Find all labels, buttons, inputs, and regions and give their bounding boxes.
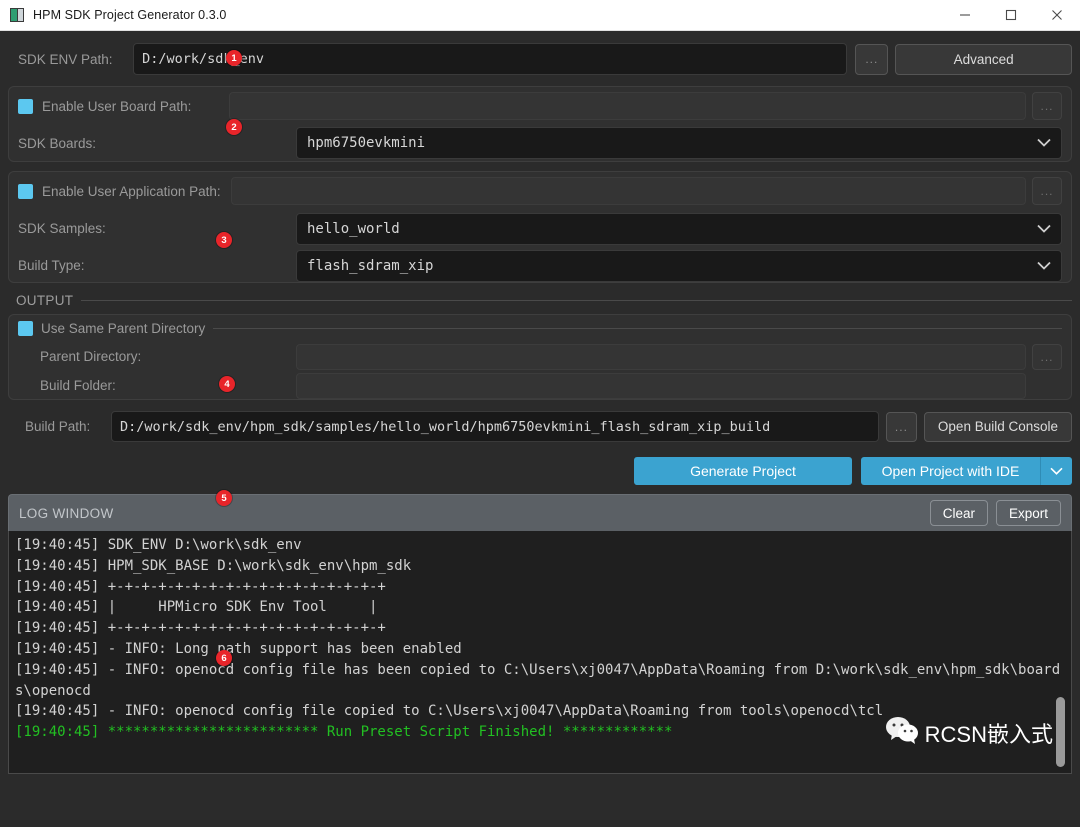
enable-user-application-label: Enable User Application Path: (42, 184, 221, 199)
log-line: [19:40:45] - INFO: Long path support has… (15, 639, 1065, 660)
step-badge-2: 2 (226, 119, 242, 135)
build-folder-input[interactable] (296, 373, 1026, 399)
chevron-down-icon (1037, 258, 1051, 274)
use-same-parent-row: Use Same Parent Directory (18, 315, 1062, 342)
sdk-samples-label: SDK Samples: (18, 221, 296, 236)
output-section-divider (81, 300, 1072, 301)
sdk-samples-value: hello_world (307, 221, 400, 237)
generate-project-button[interactable]: Generate Project (634, 457, 852, 485)
user-board-path-input[interactable] (229, 92, 1026, 120)
log-line: [19:40:45] ************************* Run… (15, 722, 1065, 743)
enable-user-board-checkbox[interactable] (18, 99, 33, 114)
use-same-parent-divider (213, 328, 1062, 329)
enable-user-board-label: Enable User Board Path: (42, 99, 191, 114)
board-group: Enable User Board Path: ... SDK Boards: … (8, 86, 1072, 162)
app-icon (10, 8, 24, 22)
log-line: [19:40:45] - INFO: openocd config file h… (15, 660, 1065, 702)
application-group: Enable User Application Path: ... SDK Sa… (8, 171, 1072, 283)
use-same-parent-directory-label: Use Same Parent Directory (41, 321, 205, 336)
parent-directory-row: Parent Directory: ... (18, 342, 1062, 371)
log-line: [19:40:45] | HPMicro SDK Env Tool | (15, 597, 1065, 618)
open-build-console-button[interactable]: Open Build Console (924, 412, 1072, 442)
sdk-boards-value: hpm6750evkmini (307, 135, 425, 151)
minimize-button[interactable] (942, 0, 988, 31)
chevron-down-icon (1037, 135, 1051, 151)
step-badge-5: 5 (216, 490, 232, 506)
build-path-browse-button[interactable]: ... (886, 412, 917, 442)
sdk-boards-label: SDK Boards: (18, 136, 296, 151)
parent-directory-browse-button[interactable]: ... (1032, 344, 1062, 370)
log-window-header: LOG WINDOW Clear Export (8, 494, 1072, 531)
log-export-button[interactable]: Export (996, 500, 1061, 526)
build-type-select[interactable]: flash_sdram_xip (296, 250, 1062, 282)
build-type-row: Build Type: flash_sdram_xip (18, 247, 1062, 284)
sdk-samples-select[interactable]: hello_world (296, 213, 1062, 245)
maximize-button[interactable] (988, 0, 1034, 31)
log-line: [19:40:45] +-+-+-+-+-+-+-+-+-+-+-+-+-+-+… (15, 618, 1065, 639)
log-output-area[interactable]: [19:40:45] SDK_ENV D:\work\sdk_env[19:40… (8, 531, 1072, 774)
step-badge-3: 3 (216, 232, 232, 248)
parent-directory-label: Parent Directory: (18, 349, 296, 364)
advanced-button[interactable]: Advanced (895, 44, 1072, 75)
window-title: HPM SDK Project Generator 0.3.0 (33, 8, 226, 22)
user-board-path-browse-button[interactable]: ... (1032, 92, 1062, 120)
use-same-parent-directory-checkbox[interactable] (18, 321, 33, 336)
enable-user-board-row: Enable User Board Path: ... (18, 87, 1062, 125)
open-project-with-ide-button[interactable]: Open Project with IDE (861, 457, 1040, 485)
chevron-down-icon (1037, 221, 1051, 237)
log-line: [19:40:45] +-+-+-+-+-+-+-+-+-+-+-+-+-+-+… (15, 577, 1065, 598)
log-window: LOG WINDOW Clear Export [19:40:45] SDK_E… (8, 494, 1072, 774)
build-folder-label: Build Folder: (18, 378, 296, 393)
enable-user-application-row: Enable User Application Path: ... (18, 172, 1062, 210)
log-line: [19:40:45] - INFO: openocd config file c… (15, 701, 1065, 722)
build-path-input[interactable]: D:/work/sdk_env/hpm_sdk/samples/hello_wo… (111, 411, 879, 442)
step-badge-1: 1 (226, 50, 242, 66)
build-folder-row: Build Folder: (18, 371, 1062, 400)
user-application-path-browse-button[interactable]: ... (1032, 177, 1062, 205)
build-type-label: Build Type: (18, 258, 296, 273)
sdk-boards-row: SDK Boards: hpm6750evkmini (18, 125, 1062, 161)
sdk-env-browse-button[interactable]: ... (855, 44, 888, 75)
parent-directory-input[interactable] (296, 344, 1026, 370)
sdk-boards-select[interactable]: hpm6750evkmini (296, 127, 1062, 159)
sdk-env-row: SDK ENV Path: D:/work/sdk_env ... Advanc… (8, 43, 1072, 75)
log-line: [19:40:45] HPM_SDK_BASE D:\work\sdk_env\… (15, 556, 1065, 577)
app-body: SDK ENV Path: D:/work/sdk_env ... Advanc… (0, 43, 1080, 774)
open-project-with-ide-dropdown[interactable] (1040, 457, 1072, 485)
action-buttons-row: Generate Project Open Project with IDE (8, 457, 1072, 485)
log-window-title: LOG WINDOW (19, 506, 114, 521)
build-type-value: flash_sdram_xip (307, 258, 433, 274)
user-application-path-input[interactable] (231, 177, 1026, 205)
step-badge-4: 4 (219, 376, 235, 392)
build-path-label: Build Path: (8, 419, 111, 434)
step-badge-6: 6 (216, 650, 232, 666)
log-scrollbar-thumb[interactable] (1056, 697, 1065, 767)
output-section-label: OUTPUT (16, 293, 73, 308)
sdk-samples-row: SDK Samples: hello_world (18, 210, 1062, 247)
window-titlebar: HPM SDK Project Generator 0.3.0 (0, 0, 1080, 31)
output-section-header: OUTPUT (8, 293, 1072, 308)
output-group: Use Same Parent Directory Parent Directo… (8, 314, 1072, 400)
close-button[interactable] (1034, 0, 1080, 31)
log-lines-container: [19:40:45] SDK_ENV D:\work\sdk_env[19:40… (15, 535, 1065, 743)
sdk-env-label: SDK ENV Path: (8, 52, 133, 67)
build-path-row: Build Path: D:/work/sdk_env/hpm_sdk/samp… (8, 411, 1072, 442)
log-line: [19:40:45] SDK_ENV D:\work\sdk_env (15, 535, 1065, 556)
log-clear-button[interactable]: Clear (930, 500, 988, 526)
enable-user-application-checkbox[interactable] (18, 184, 33, 199)
